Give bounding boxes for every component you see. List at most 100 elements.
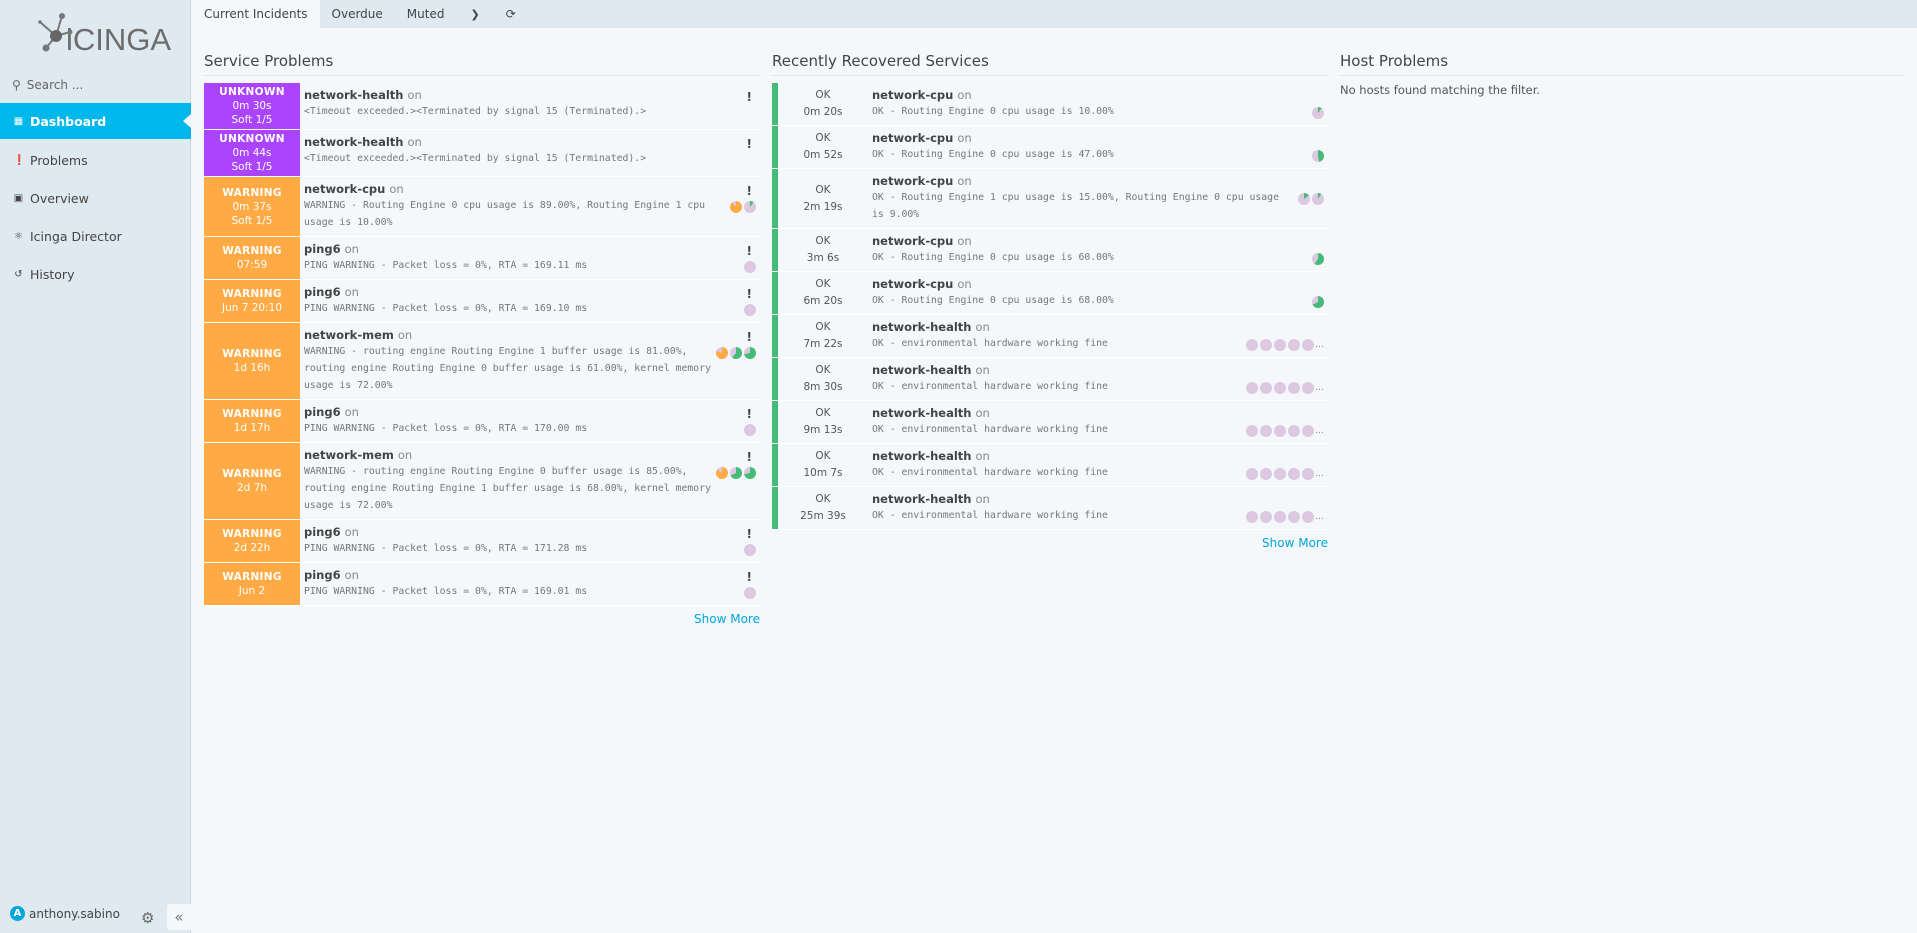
perfdata-pie[interactable] <box>744 424 756 436</box>
perfdata-pie[interactable] <box>1312 150 1324 162</box>
collapse-sidebar-button[interactable]: « <box>167 904 191 930</box>
service-name[interactable]: network-health <box>304 88 403 102</box>
perfdata-pie[interactable] <box>1298 193 1310 205</box>
chevron-down-icon[interactable]: ❯ <box>456 0 493 28</box>
perfdata-pie[interactable] <box>1302 511 1314 523</box>
gear-icon[interactable]: ⚙ <box>141 909 154 927</box>
tab-muted[interactable]: Muted <box>395 0 457 28</box>
service-name[interactable]: network-health <box>872 320 971 334</box>
table-row[interactable]: OK 7m 22s network-health on OK - environmen… <box>772 315 1328 358</box>
refresh-icon[interactable]: ⟳ <box>494 0 528 28</box>
perfdata-pie[interactable] <box>716 467 728 479</box>
table-row[interactable]: OK 25m 39s network-health on OK - environme… <box>772 487 1328 530</box>
table-row[interactable]: UNKNOWN 0m 44s Soft 1/5 network-health on <T… <box>204 130 760 177</box>
table-row[interactable]: WARNING 2d 7h network-mem on WARNING - rout… <box>204 443 760 520</box>
service-name[interactable]: network-health <box>872 363 971 377</box>
sidebar-item-dashboard[interactable]: ▦ Dashboard <box>0 103 191 139</box>
sidebar-item-history[interactable]: ↺ History <box>0 256 191 292</box>
table-row[interactable]: OK 0m 52s network-cpu on OK - Routing Engin… <box>772 126 1328 169</box>
service-name[interactable]: ping6 <box>304 405 341 419</box>
perfdata-pie[interactable] <box>744 587 756 599</box>
search-box[interactable]: ⚲ Search ... <box>12 78 83 92</box>
user-menu[interactable]: A anthony.sabino <box>10 906 120 921</box>
service-name[interactable]: network-cpu <box>872 88 953 102</box>
perfdata-pie[interactable] <box>1302 339 1314 351</box>
service-name[interactable]: ping6 <box>304 525 341 539</box>
service-name[interactable]: network-cpu <box>872 277 953 291</box>
service-name[interactable]: network-health <box>304 135 403 149</box>
search-input[interactable]: Search ... <box>27 78 83 92</box>
table-row[interactable]: WARNING 1d 17h ping6 on PING WARNING - Pack… <box>204 400 760 443</box>
perfdata-pie[interactable] <box>744 261 756 273</box>
perfdata-pie[interactable] <box>1274 468 1286 480</box>
table-row[interactable]: OK 10m 7s network-health on OK - environmen… <box>772 444 1328 487</box>
perfdata-pie[interactable] <box>1312 193 1324 205</box>
perfdata-pie[interactable] <box>1288 425 1300 437</box>
sidebar-item-problems[interactable]: ❗ Problems <box>0 142 191 178</box>
table-row[interactable]: UNKNOWN 0m 30s Soft 1/5 network-health on <T… <box>204 83 760 130</box>
service-name[interactable]: network-mem <box>304 448 394 462</box>
perfdata-pie[interactable] <box>1260 339 1272 351</box>
service-name[interactable]: network-health <box>872 449 971 463</box>
perfdata-pie[interactable] <box>1246 339 1258 351</box>
perfdata-pie[interactable] <box>1288 511 1300 523</box>
perfdata-pie[interactable] <box>1288 468 1300 480</box>
show-more-link[interactable]: Show More <box>204 612 760 626</box>
table-row[interactable]: WARNING 0m 37s Soft 1/5 network-cpu on WARNI… <box>204 177 760 237</box>
perfdata-pie[interactable] <box>1302 468 1314 480</box>
service-name[interactable]: network-cpu <box>304 182 385 196</box>
perfdata-pie[interactable] <box>1312 107 1324 119</box>
perfdata-pie[interactable] <box>744 201 756 213</box>
service-name[interactable]: network-mem <box>304 328 394 342</box>
perfdata-pie[interactable] <box>744 544 756 556</box>
perfdata-pie[interactable] <box>1302 382 1314 394</box>
table-row[interactable]: OK 8m 30s network-health on OK - environmen… <box>772 358 1328 401</box>
perfdata-pie[interactable] <box>1260 468 1272 480</box>
table-row[interactable]: WARNING Jun 7 20:10 ping6 on PING WARNING -… <box>204 280 760 323</box>
perfdata-pie[interactable] <box>744 347 756 359</box>
perfdata-pie[interactable] <box>1246 382 1258 394</box>
show-more-link[interactable]: Show More <box>772 536 1328 550</box>
sidebar-item-icinga-director[interactable]: ⚛ Icinga Director <box>0 218 191 254</box>
table-row[interactable]: OK 3m 6s network-cpu on OK - Routing Engine… <box>772 229 1328 272</box>
service-name[interactable]: network-cpu <box>872 234 953 248</box>
perfdata-pie[interactable] <box>1312 296 1324 308</box>
perfdata-pie[interactable] <box>1288 339 1300 351</box>
service-name[interactable]: ping6 <box>304 242 341 256</box>
perfdata-pie[interactable] <box>1274 382 1286 394</box>
service-name[interactable]: network-cpu <box>872 131 953 145</box>
table-row[interactable]: WARNING 2d 22h ping6 on PING WARNING - Pack… <box>204 520 760 563</box>
perfdata-pie[interactable] <box>730 201 742 213</box>
perfdata-pie[interactable] <box>744 304 756 316</box>
tab-overdue[interactable]: Overdue <box>320 0 395 28</box>
service-name[interactable]: network-cpu <box>872 174 953 188</box>
service-name[interactable]: network-health <box>872 492 971 506</box>
perfdata-pie[interactable] <box>1274 425 1286 437</box>
table-row[interactable]: OK 6m 20s network-cpu on OK - Routing Engin… <box>772 272 1328 315</box>
icinga-logo[interactable]: iCINGA <box>34 12 171 60</box>
tab-current-incidents[interactable]: Current Incidents <box>192 0 320 28</box>
table-row[interactable]: WARNING Jun 2 ping6 on PING WARNING - Packe… <box>204 563 760 606</box>
perfdata-pie[interactable] <box>730 467 742 479</box>
service-name[interactable]: ping6 <box>304 568 341 582</box>
perfdata-pie[interactable] <box>1260 511 1272 523</box>
service-name[interactable]: network-health <box>872 406 971 420</box>
table-row[interactable]: WARNING 07:59 ping6 on PING WARNING - Packe… <box>204 237 760 280</box>
perfdata-pie[interactable] <box>716 347 728 359</box>
perfdata-pie[interactable] <box>1274 339 1286 351</box>
perfdata-pie[interactable] <box>1260 382 1272 394</box>
table-row[interactable]: OK 9m 13s network-health on OK - environmen… <box>772 401 1328 444</box>
perfdata-pie[interactable] <box>1288 382 1300 394</box>
perfdata-pie[interactable] <box>1312 253 1324 265</box>
perfdata-pie[interactable] <box>1260 425 1272 437</box>
perfdata-pie[interactable] <box>744 467 756 479</box>
perfdata-pie[interactable] <box>1246 511 1258 523</box>
perfdata-pie[interactable] <box>1246 468 1258 480</box>
table-row[interactable]: OK 2m 19s network-cpu on OK - Routing Engin… <box>772 169 1328 229</box>
service-name[interactable]: ping6 <box>304 285 341 299</box>
perfdata-pie[interactable] <box>1274 511 1286 523</box>
table-row[interactable]: WARNING 1d 16h network-mem on WARNING - rou… <box>204 323 760 400</box>
perfdata-pie[interactable] <box>1302 425 1314 437</box>
perfdata-pie[interactable] <box>730 347 742 359</box>
table-row[interactable]: OK 0m 20s network-cpu on OK - Routing Engin… <box>772 83 1328 126</box>
